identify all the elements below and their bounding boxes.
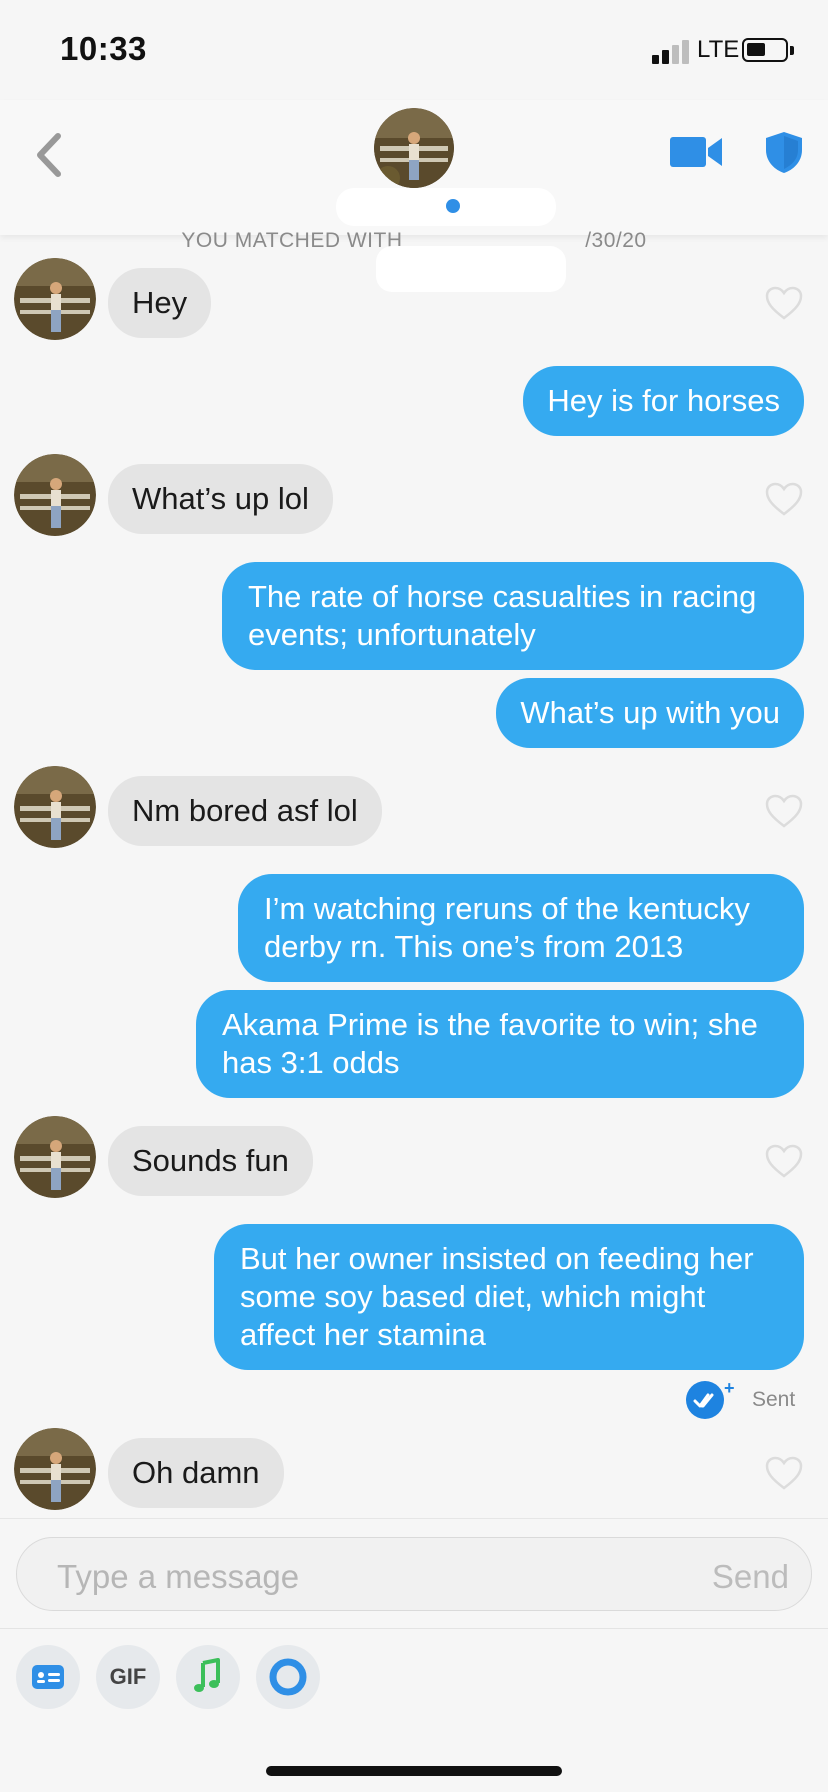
message-bubble-outgoing[interactable]: Akama Prime is the favorite to win; she … bbox=[196, 990, 804, 1098]
message-line: But her owner insisted on feeding her bbox=[240, 1241, 754, 1276]
message-bubble-incoming[interactable]: Hey bbox=[108, 268, 212, 338]
card-icon bbox=[32, 1665, 64, 1689]
message-line: Akama Prime is the favorite to win; she bbox=[222, 1007, 758, 1042]
message-bubble-incoming[interactable]: Oh damn bbox=[108, 1438, 284, 1508]
heart-icon[interactable] bbox=[764, 481, 804, 517]
heart-icon[interactable] bbox=[764, 1455, 804, 1491]
heart-icon[interactable] bbox=[764, 285, 804, 321]
sender-avatar[interactable] bbox=[14, 1116, 96, 1198]
send-button[interactable]: Send bbox=[712, 1558, 789, 1596]
music-button[interactable] bbox=[176, 1645, 240, 1709]
gif-label: GIF bbox=[109, 1664, 147, 1689]
battery-icon bbox=[742, 38, 788, 62]
message-line: events; unfortunately bbox=[248, 617, 536, 652]
message-line: some soy based diet, which might bbox=[240, 1279, 706, 1314]
message-line: I’m watching reruns of the kentucky bbox=[264, 891, 750, 926]
input-placeholder: Type a message bbox=[57, 1558, 300, 1595]
heart-icon[interactable] bbox=[764, 1143, 804, 1179]
sent-status: Sent bbox=[752, 1388, 796, 1411]
network-label: LTE bbox=[697, 36, 740, 63]
plus-icon: + bbox=[724, 1378, 735, 1398]
status-bar: 10:33 LTE bbox=[0, 0, 828, 100]
message-line: has 3:1 odds bbox=[222, 1045, 400, 1080]
shield-icon bbox=[766, 132, 802, 173]
chevron-left-icon bbox=[37, 133, 61, 177]
heart-icon[interactable] bbox=[764, 793, 804, 829]
message-composer: Type a message Send bbox=[0, 1518, 828, 1628]
message-bubble-incoming[interactable]: Nm bored asf lol bbox=[108, 776, 382, 846]
sender-avatar[interactable] bbox=[14, 258, 96, 340]
sender-avatar[interactable] bbox=[14, 1428, 96, 1510]
ring-icon bbox=[269, 1658, 307, 1696]
card-button[interactable] bbox=[16, 1645, 80, 1709]
message-bubble-outgoing[interactable]: Hey is for horses bbox=[523, 366, 804, 436]
battery-tip bbox=[790, 46, 794, 55]
redacted-date bbox=[376, 246, 566, 292]
message-bubble-outgoing[interactable]: What’s up with you bbox=[496, 678, 804, 748]
message-bubble-outgoing[interactable]: But her owner insisted on feeding her so… bbox=[214, 1224, 804, 1370]
signal-icon bbox=[652, 38, 692, 64]
verified-badge-icon bbox=[446, 199, 460, 213]
music-note-icon bbox=[194, 1658, 220, 1692]
video-call-button[interactable] bbox=[670, 134, 724, 170]
message-line: affect her stamina bbox=[240, 1317, 486, 1352]
double-check-icon bbox=[686, 1381, 724, 1419]
message-line: derby rn. This one’s from 2013 bbox=[264, 929, 684, 964]
safety-button[interactable] bbox=[764, 130, 804, 174]
match-prefix: YOU MATCHED WITH bbox=[181, 229, 403, 252]
message-bubble-outgoing[interactable]: The rate of horse casualties in racing e… bbox=[222, 562, 804, 670]
ring-button[interactable] bbox=[256, 1645, 320, 1709]
attachment-toolbar: GIF bbox=[0, 1628, 828, 1738]
message-bubble-incoming[interactable]: Sounds fun bbox=[108, 1126, 313, 1196]
sender-avatar[interactable] bbox=[14, 766, 96, 848]
back-button[interactable] bbox=[30, 130, 70, 180]
chat-header bbox=[0, 100, 828, 235]
home-indicator bbox=[266, 1766, 562, 1776]
video-camera-icon bbox=[670, 137, 722, 167]
message-line: The rate of horse casualties in racing bbox=[248, 579, 757, 614]
sender-avatar[interactable] bbox=[14, 454, 96, 536]
message-input[interactable]: Type a message Send bbox=[16, 1537, 812, 1611]
status-time: 10:33 bbox=[60, 30, 147, 67]
match-avatar[interactable] bbox=[374, 108, 454, 188]
message-bubble-incoming[interactable]: What’s up lol bbox=[108, 464, 333, 534]
message-bubble-outgoing[interactable]: I’m watching reruns of the kentucky derb… bbox=[238, 874, 804, 982]
gif-button[interactable]: GIF bbox=[96, 1645, 160, 1709]
match-date: /30/20 bbox=[585, 229, 647, 252]
